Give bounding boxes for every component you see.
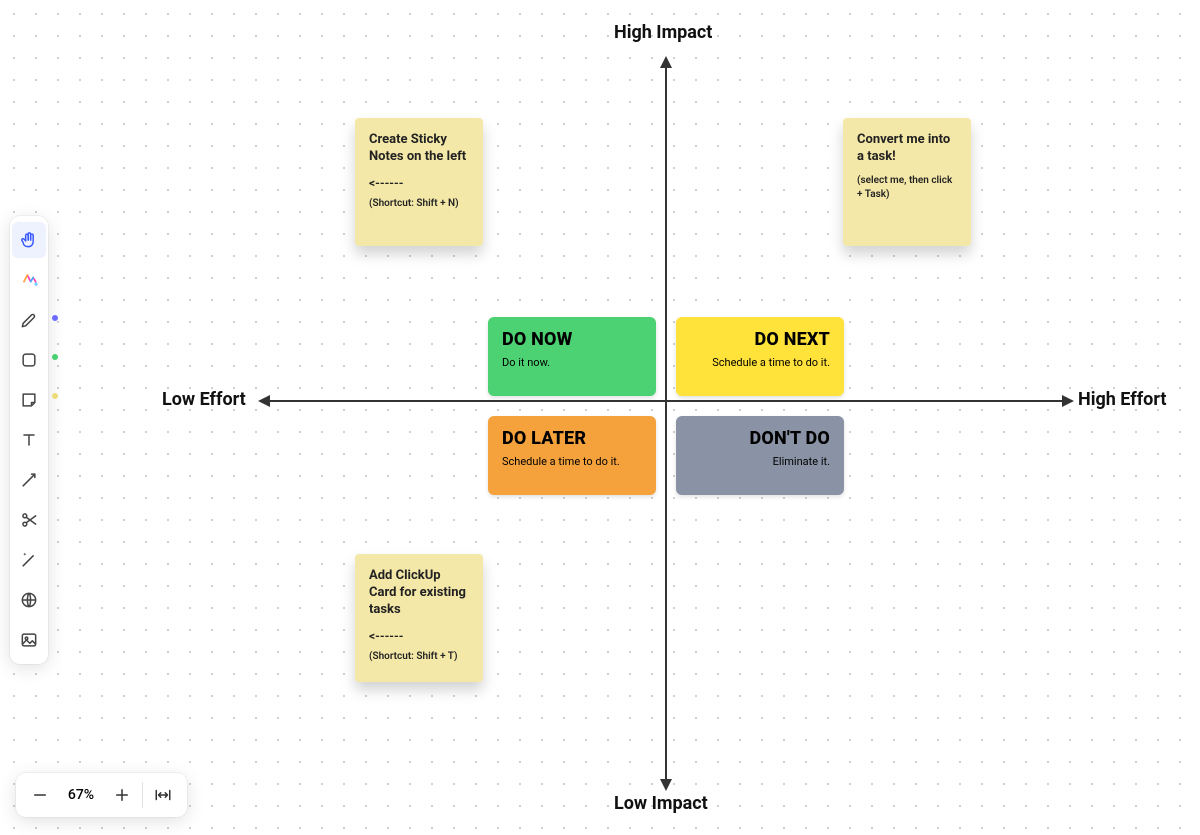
whiteboard-canvas[interactable]: High Impact Low Impact Low Effort High E… <box>0 0 1200 835</box>
sticky-subtitle: (Shortcut: Shift + T) <box>369 651 471 662</box>
quadrant-subtitle: Schedule a time to do it. <box>690 356 830 369</box>
quadrant-subtitle: Schedule a time to do it. <box>502 455 642 468</box>
left-toolbar: + <box>10 216 48 664</box>
globe-icon <box>19 590 39 610</box>
tool-color-dot <box>52 315 58 321</box>
sparkle-tool[interactable] <box>12 542 46 578</box>
sticky-arrow: <------ <box>369 629 471 643</box>
tool-color-dot <box>52 393 58 399</box>
minus-icon <box>31 786 49 804</box>
sticky-note-icon <box>19 390 39 410</box>
ai-tool[interactable]: + <box>12 262 46 298</box>
divider <box>142 782 143 808</box>
quadrant-subtitle: Do it now. <box>502 356 642 369</box>
scissors-icon <box>19 510 39 530</box>
quadrant-do-later[interactable]: DO LATER Schedule a time to do it. <box>488 416 656 495</box>
sticky-title: Create Sticky Notes on the left <box>369 132 471 166</box>
web-tool[interactable] <box>12 582 46 618</box>
quadrant-title: DO LATER <box>502 428 642 449</box>
arrow-up-icon <box>660 56 672 68</box>
hand-icon <box>19 230 39 250</box>
zoom-in-button[interactable] <box>104 777 140 813</box>
scissors-tool[interactable] <box>12 502 46 538</box>
quadrant-dont-do[interactable]: DON'T DO Eliminate it. <box>676 416 844 495</box>
ai-icon: + <box>19 270 39 290</box>
quadrant-title: DON'T DO <box>690 428 830 449</box>
tool-color-dot <box>52 354 58 360</box>
note-tool[interactable] <box>12 382 46 418</box>
sticky-subtitle: (Shortcut: Shift + N) <box>369 198 471 209</box>
quadrant-title: DO NEXT <box>690 329 830 350</box>
arrow-down-icon <box>660 779 672 791</box>
pen-tool[interactable] <box>12 302 46 338</box>
axis-label-right: High Effort <box>1078 389 1166 410</box>
sticky-arrow: <------ <box>369 176 471 190</box>
hand-tool[interactable] <box>12 222 46 258</box>
arrow-right-icon <box>1062 395 1074 407</box>
text-tool[interactable] <box>12 422 46 458</box>
fit-width-icon <box>153 786 173 804</box>
square-icon <box>19 350 39 370</box>
sticky-note[interactable]: Convert me into a task! (select me, then… <box>843 118 971 246</box>
svg-text:+: + <box>34 280 38 289</box>
quadrant-do-next[interactable]: DO NEXT Schedule a time to do it. <box>676 317 844 396</box>
text-icon <box>19 430 39 450</box>
axis-label-top: High Impact <box>614 22 712 43</box>
zoom-out-button[interactable] <box>22 777 58 813</box>
sticky-title: Convert me into a task! <box>857 132 959 166</box>
axis-horizontal <box>270 400 1064 402</box>
quadrant-do-now[interactable]: DO NOW Do it now. <box>488 317 656 396</box>
axis-vertical <box>665 67 667 780</box>
connector-tool[interactable] <box>12 462 46 498</box>
sticky-subtitle: (select me, then click + Task) <box>857 174 959 202</box>
axis-label-bottom: Low Impact <box>614 793 708 814</box>
axis-label-left: Low Effort <box>162 389 246 410</box>
pen-icon <box>19 310 39 330</box>
quadrant-subtitle: Eliminate it. <box>690 455 830 468</box>
quadrant-title: DO NOW <box>502 329 642 350</box>
sticky-title: Add ClickUp Card for existing tasks <box>369 568 471 619</box>
shape-tool[interactable] <box>12 342 46 378</box>
sticky-note[interactable]: Add ClickUp Card for existing tasks <---… <box>355 554 483 682</box>
zoom-control: 67% <box>16 773 187 817</box>
connector-icon <box>19 470 39 490</box>
plus-icon <box>113 786 131 804</box>
fit-width-button[interactable] <box>145 777 181 813</box>
image-tool[interactable] <box>12 622 46 658</box>
sticky-note[interactable]: Create Sticky Notes on the left <------ … <box>355 118 483 246</box>
sparkle-icon <box>19 550 39 570</box>
arrow-left-icon <box>258 395 270 407</box>
zoom-level[interactable]: 67% <box>58 787 104 803</box>
image-icon <box>19 630 39 650</box>
